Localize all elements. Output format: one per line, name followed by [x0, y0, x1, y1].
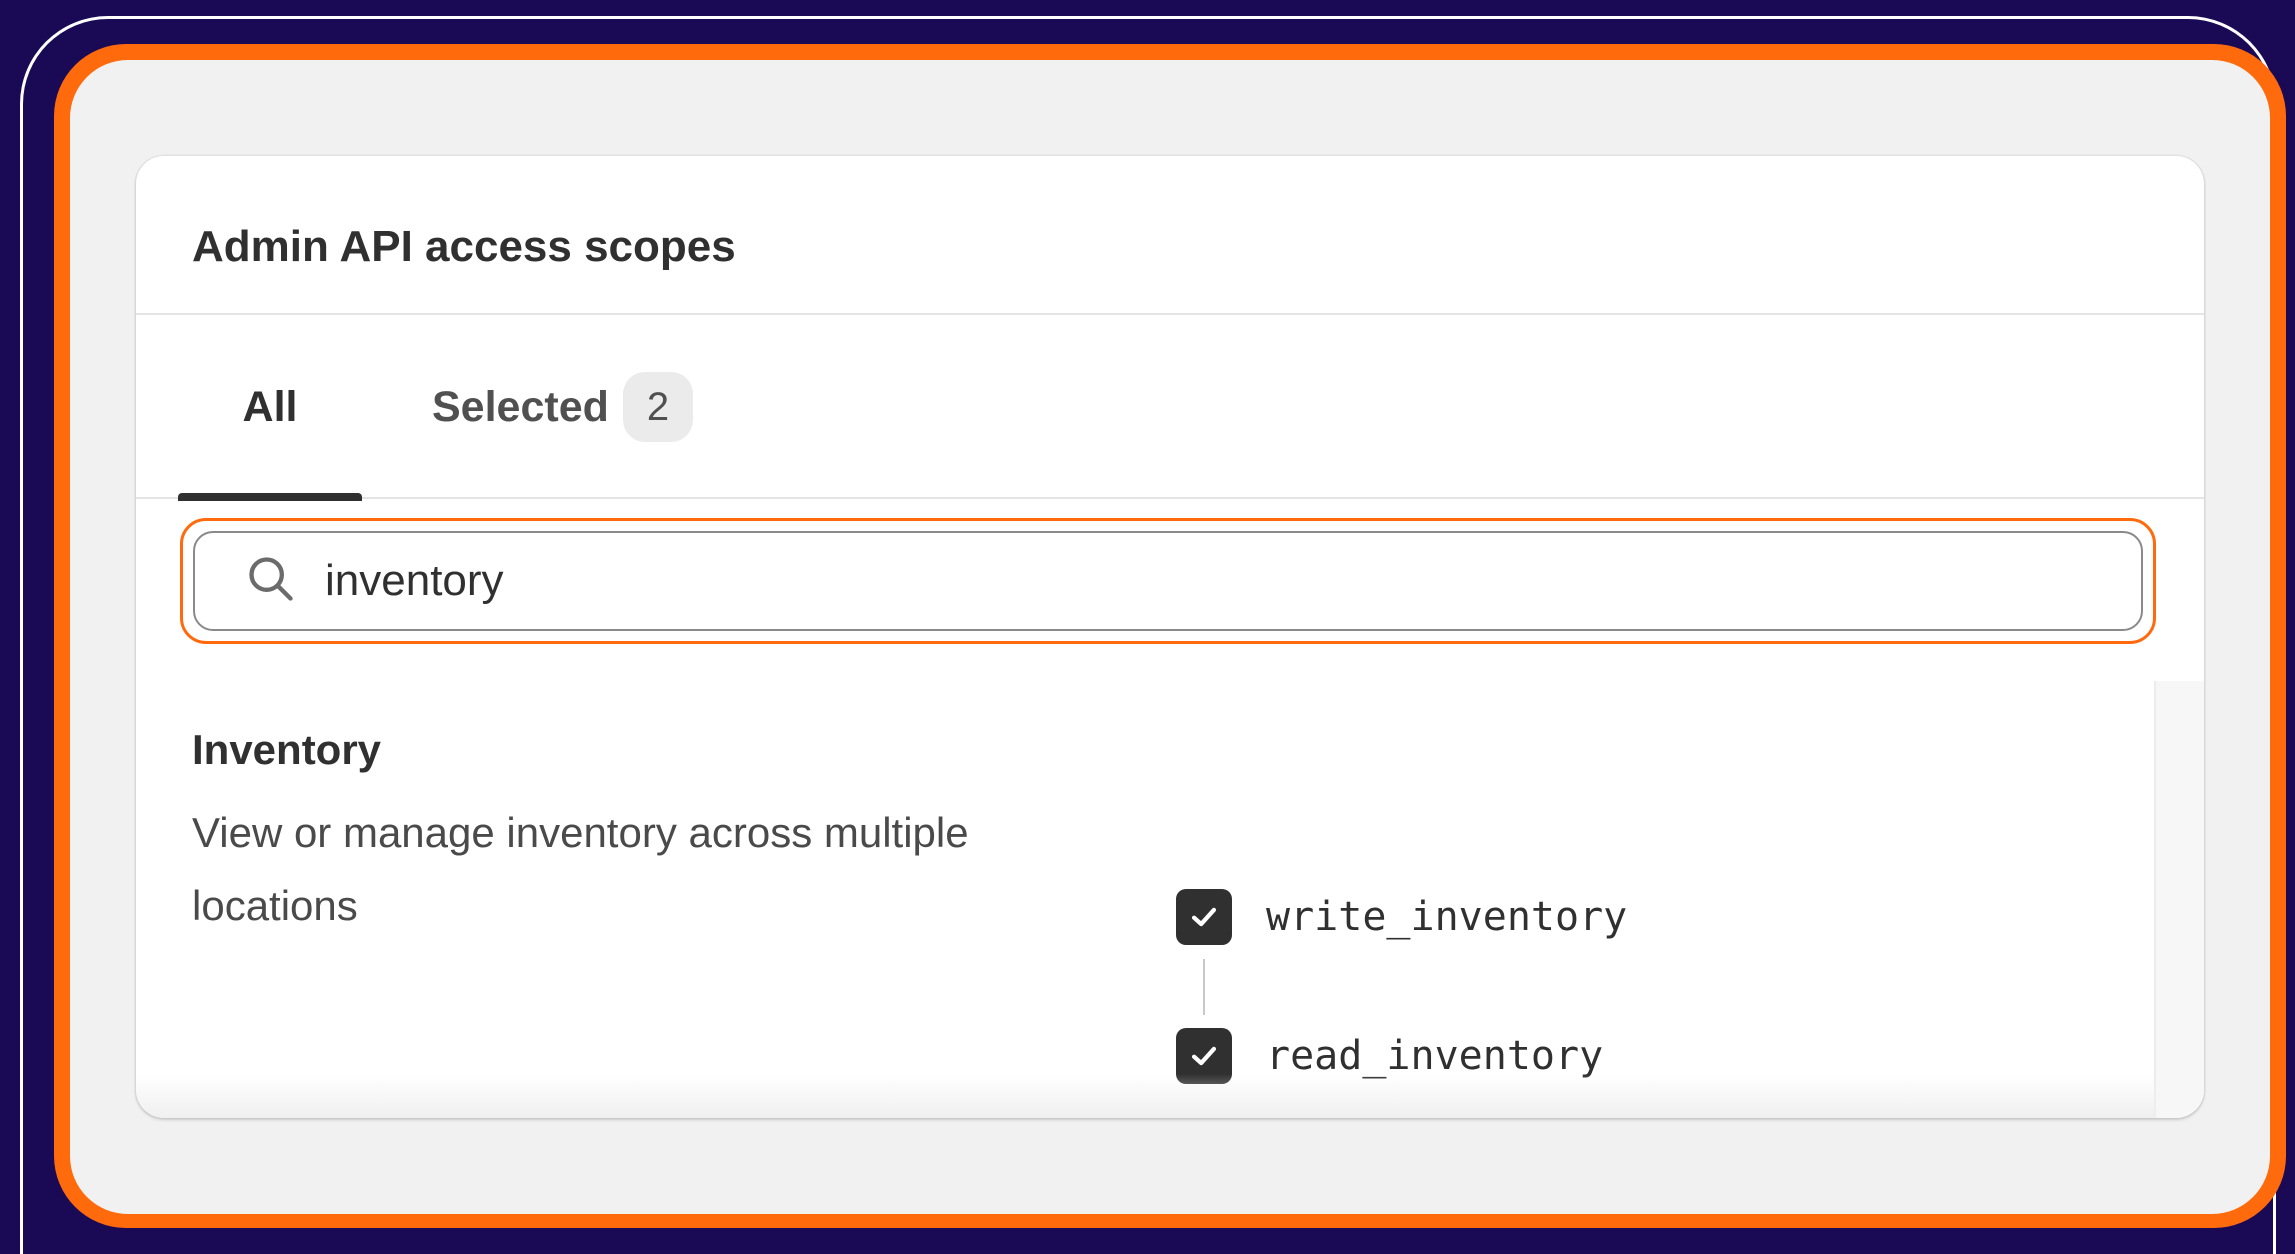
scope-write-inventory[interactable]: write_inventory: [1176, 889, 1627, 945]
checkmark-icon: [1191, 1046, 1217, 1066]
tab-all[interactable]: All: [178, 315, 362, 501]
access-scopes-card: Admin API access scopes All Selected 2 i…: [136, 156, 2204, 1118]
search-value: inventory: [325, 556, 504, 605]
selected-count-badge: 2: [622, 372, 694, 442]
tab-all-label: All: [242, 382, 298, 431]
search-highlight: inventory: [180, 518, 2156, 644]
search-icon: [195, 553, 325, 610]
scope-tabs: All Selected 2: [136, 315, 2204, 501]
search-input[interactable]: inventory: [193, 531, 2143, 631]
scroll-fade: [136, 1074, 2156, 1118]
write-inventory-checkbox[interactable]: [1176, 889, 1232, 945]
scope-connector-line: [1203, 959, 1205, 1015]
card-header: Admin API access scopes: [136, 156, 2204, 315]
tab-selected-label: Selected: [432, 382, 609, 431]
section-title: Inventory: [192, 726, 382, 773]
section-description: View or manage inventory across multiple…: [192, 809, 969, 929]
tab-selected[interactable]: Selected 2: [432, 315, 694, 499]
card-title: Admin API access scopes: [192, 222, 736, 271]
scope-name: read_inventory: [1266, 1033, 1604, 1079]
scrollbar-track[interactable]: [2154, 681, 2204, 1118]
checkmark-icon: [1191, 907, 1217, 927]
page-background: Admin API access scopes All Selected 2 i…: [70, 60, 2270, 1214]
highlight-frame: Admin API access scopes All Selected 2 i…: [54, 44, 2286, 1228]
scope-name: write_inventory: [1266, 894, 1628, 940]
